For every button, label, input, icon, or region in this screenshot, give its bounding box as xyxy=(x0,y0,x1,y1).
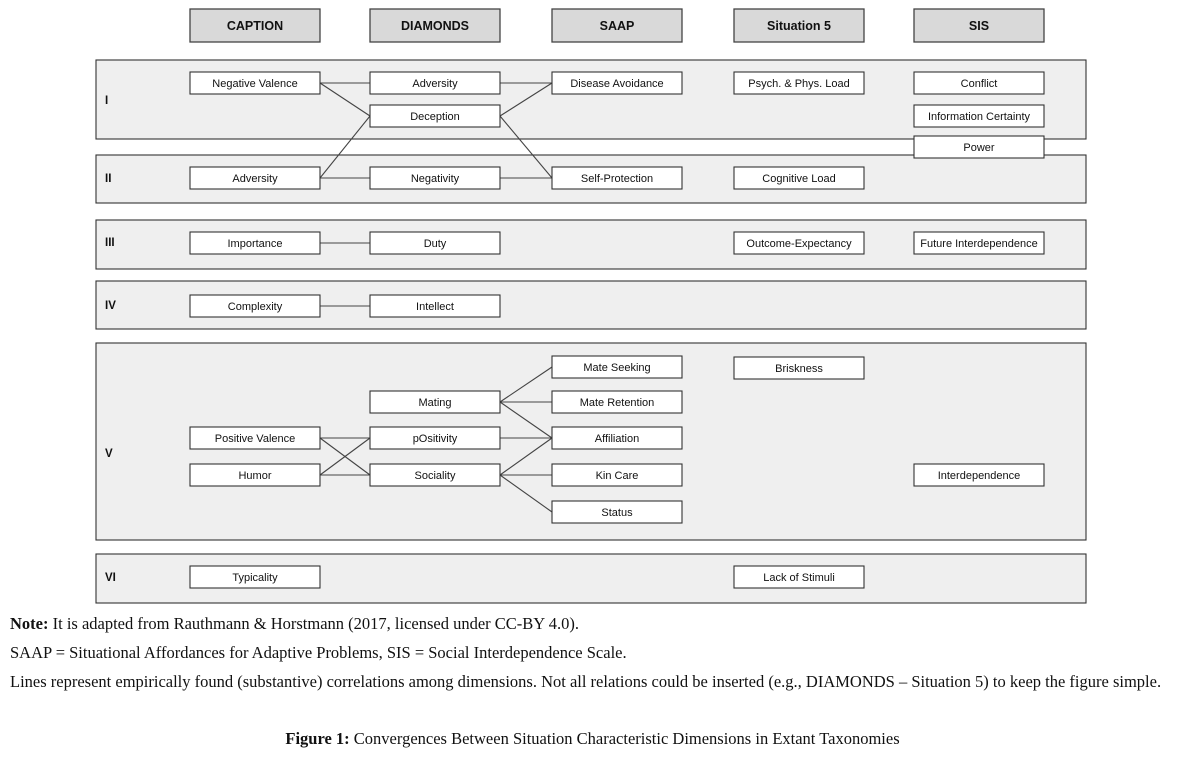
column-header-diamonds: DIAMONDS xyxy=(369,8,501,43)
node-label: Adversity xyxy=(232,173,278,185)
node-complexity: Complexity xyxy=(189,294,321,318)
node-label: Status xyxy=(601,507,633,519)
node-label: Negative Valence xyxy=(212,78,297,90)
node-label: Complexity xyxy=(228,301,283,313)
row-label-VI: VI xyxy=(105,572,116,584)
node-power: Power xyxy=(913,135,1045,159)
note-abbreviations: SAAP = Situational Affordances for Adapt… xyxy=(10,643,627,662)
node-materet: Mate Retention xyxy=(551,390,683,414)
node-selfprot: Self-Protection xyxy=(551,166,683,190)
column-header-label: CAPTION xyxy=(227,19,283,33)
node-label: pOsitivity xyxy=(413,433,458,445)
node-label: Briskness xyxy=(775,363,823,375)
row-label-III: III xyxy=(105,237,115,249)
node-outcome: Outcome-Expectancy xyxy=(733,231,865,255)
node-kincare: Kin Care xyxy=(551,463,683,487)
figure-label: Figure 1: xyxy=(285,729,350,748)
node-mating: Mating xyxy=(369,390,501,414)
node-label: Conflict xyxy=(961,78,998,90)
column-header-label: DIAMONDS xyxy=(401,19,469,33)
node-label: Affiliation xyxy=(595,433,639,445)
node-label: Humor xyxy=(238,470,271,482)
node-interdep: Interdependence xyxy=(913,463,1045,487)
row-label-V: V xyxy=(105,448,113,460)
row-label-I: I xyxy=(105,95,108,107)
figure-caption: Figure 1: Convergences Between Situation… xyxy=(0,729,1185,749)
node-duty: Duty xyxy=(369,231,501,255)
node-label: Future Interdependence xyxy=(920,238,1037,250)
node-psych: Psych. & Phys. Load xyxy=(733,71,865,95)
node-cogload: Cognitive Load xyxy=(733,166,865,190)
note-label: Note: xyxy=(10,614,49,633)
node-negativity: Negativity xyxy=(369,166,501,190)
column-header-caption: CAPTION xyxy=(189,8,321,43)
node-label: Mate Retention xyxy=(580,397,655,409)
row-label-II: II xyxy=(105,173,111,185)
node-info: Information Certainty xyxy=(913,104,1045,128)
column-header-sis: SIS xyxy=(913,8,1045,43)
row-label-IV: IV xyxy=(105,300,116,312)
node-lackstim: Lack of Stimuli xyxy=(733,565,865,589)
node-label: Duty xyxy=(424,238,447,250)
node-label: Typicality xyxy=(232,572,278,584)
node-affil: Affiliation xyxy=(551,426,683,450)
node-label: Outcome-Expectancy xyxy=(746,238,852,250)
column-header-saap: SAAP xyxy=(551,8,683,43)
column-header-sit5: Situation 5 xyxy=(733,8,865,43)
node-mateseek: Mate Seeking xyxy=(551,355,683,379)
node-decep: Deception xyxy=(369,104,501,128)
node-label: Disease Avoidance xyxy=(570,78,663,90)
node-typicality: Typicality xyxy=(189,565,321,589)
node-label: Intellect xyxy=(416,301,454,313)
node-status: Status xyxy=(551,500,683,524)
node-adv_c: Adversity xyxy=(189,166,321,190)
node-label: Lack of Stimuli xyxy=(763,572,835,584)
node-importance: Importance xyxy=(189,231,321,255)
node-label: Kin Care xyxy=(596,470,639,482)
node-label: Information Certainty xyxy=(928,111,1031,123)
node-intellect: Intellect xyxy=(369,294,501,318)
column-header-label: Situation 5 xyxy=(767,19,831,33)
node-adv_d: Adversity xyxy=(369,71,501,95)
node-sociality: Sociality xyxy=(369,463,501,487)
node-briskness: Briskness xyxy=(733,356,865,380)
note-text: It is adapted from Rauthmann & Horstmann… xyxy=(48,614,579,633)
node-label: Psych. & Phys. Load xyxy=(748,78,850,90)
node-future: Future Interdependence xyxy=(913,231,1045,255)
column-header-label: SAAP xyxy=(600,19,635,33)
taxonomy-diagram: CAPTION DIAMONDS SAAP Situation 5 SISIIIIIII… xyxy=(95,8,1087,604)
node-conflict: Conflict xyxy=(913,71,1045,95)
node-neg_val: Negative Valence xyxy=(189,71,321,95)
node-posval: Positive Valence xyxy=(189,426,321,450)
node-label: Negativity xyxy=(411,173,460,185)
node-label: Mate Seeking xyxy=(583,362,650,374)
node-label: Self-Protection xyxy=(581,173,653,185)
node-humor: Humor xyxy=(189,463,321,487)
node-label: Adversity xyxy=(412,78,458,90)
figure-notes: Note: It is adapted from Rauthmann & Hor… xyxy=(10,614,1180,701)
node-label: Mating xyxy=(418,397,451,409)
node-positivity: pOsitivity xyxy=(369,426,501,450)
node-label: Power xyxy=(963,142,995,154)
column-header-label: SIS xyxy=(969,19,989,33)
node-label: Positive Valence xyxy=(215,433,296,445)
figure-title: Convergences Between Situation Character… xyxy=(349,729,900,748)
node-label: Importance xyxy=(227,238,282,250)
node-label: Deception xyxy=(410,111,460,123)
node-label: Cognitive Load xyxy=(762,173,835,185)
note-source: Note: It is adapted from Rauthmann & Hor… xyxy=(10,614,1180,634)
note-lines: Lines represent empirically found (subst… xyxy=(10,672,1162,691)
node-disease: Disease Avoidance xyxy=(551,71,683,95)
node-label: Sociality xyxy=(415,470,456,482)
node-label: Interdependence xyxy=(938,470,1021,482)
